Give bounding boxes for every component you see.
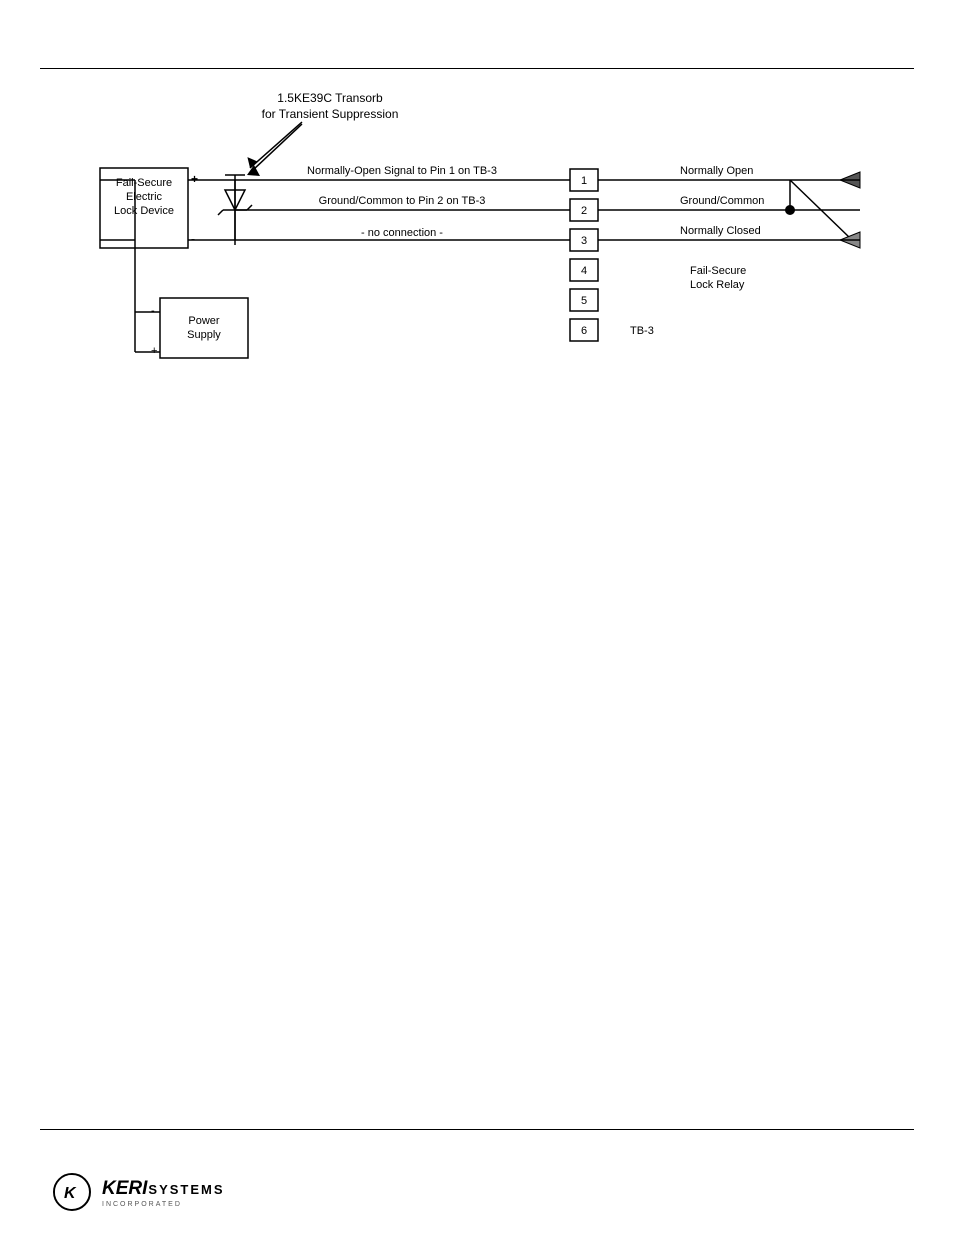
ps-plus-label: + (151, 345, 157, 357)
bottom-rule (40, 1129, 914, 1130)
transorb-title-line2: for Transient Suppression (262, 107, 399, 121)
pin5-label: 5 (581, 295, 587, 307)
lock-device-label: Lock Device (114, 205, 174, 217)
ps-minus-label: - (151, 305, 155, 317)
fail-secure-label: Fail-Secure (116, 177, 172, 189)
electric-label: Electric (126, 191, 163, 203)
normally-open-right-label: Normally Open (680, 165, 753, 177)
keri-logo: K KERI SYSTEMS INCORPORATED (50, 1170, 225, 1215)
fail-secure-relay-line1: Fail-Secure (690, 265, 746, 277)
wiring-diagram: 1.5KE39C Transorb for Transient Suppress… (40, 80, 914, 440)
tb3-label: TB-3 (630, 325, 654, 337)
no-connection-label: - no connection - (361, 227, 443, 239)
logo-icon: K (50, 1170, 100, 1215)
svg-text:K: K (64, 1185, 77, 1202)
minus-top-label: - (191, 232, 195, 246)
page-container: 1.5KE39C Transorb for Transient Suppress… (0, 0, 954, 1235)
systems-text: SYSTEMS (148, 1182, 224, 1197)
power-supply-label-line1: Power (188, 315, 220, 327)
pin3-label: 3 (581, 235, 587, 247)
pin2-label: 2 (581, 205, 587, 217)
power-supply-label-line2: Supply (187, 329, 221, 341)
transorb-title-line1: 1.5KE39C Transorb (277, 91, 383, 105)
footer: K KERI SYSTEMS INCORPORATED (50, 1170, 225, 1215)
top-rule (40, 68, 914, 69)
pin4-label: 4 (581, 265, 587, 277)
keri-text: KERI (102, 1178, 147, 1200)
fail-secure-relay-line2: Lock Relay (690, 279, 745, 291)
normally-closed-label: Normally Closed (680, 225, 761, 237)
pin1-label: 1 (581, 175, 587, 187)
ground-common-right-label: Ground/Common (680, 195, 764, 207)
pin6-label: 6 (581, 325, 587, 337)
plus-top-label: + (191, 172, 198, 186)
ground-common-label: Ground/Common to Pin 2 on TB-3 (319, 195, 486, 207)
incorporated-text: INCORPORATED (102, 1201, 225, 1208)
normally-open-signal-label: Normally-Open Signal to Pin 1 on TB-3 (307, 165, 497, 177)
